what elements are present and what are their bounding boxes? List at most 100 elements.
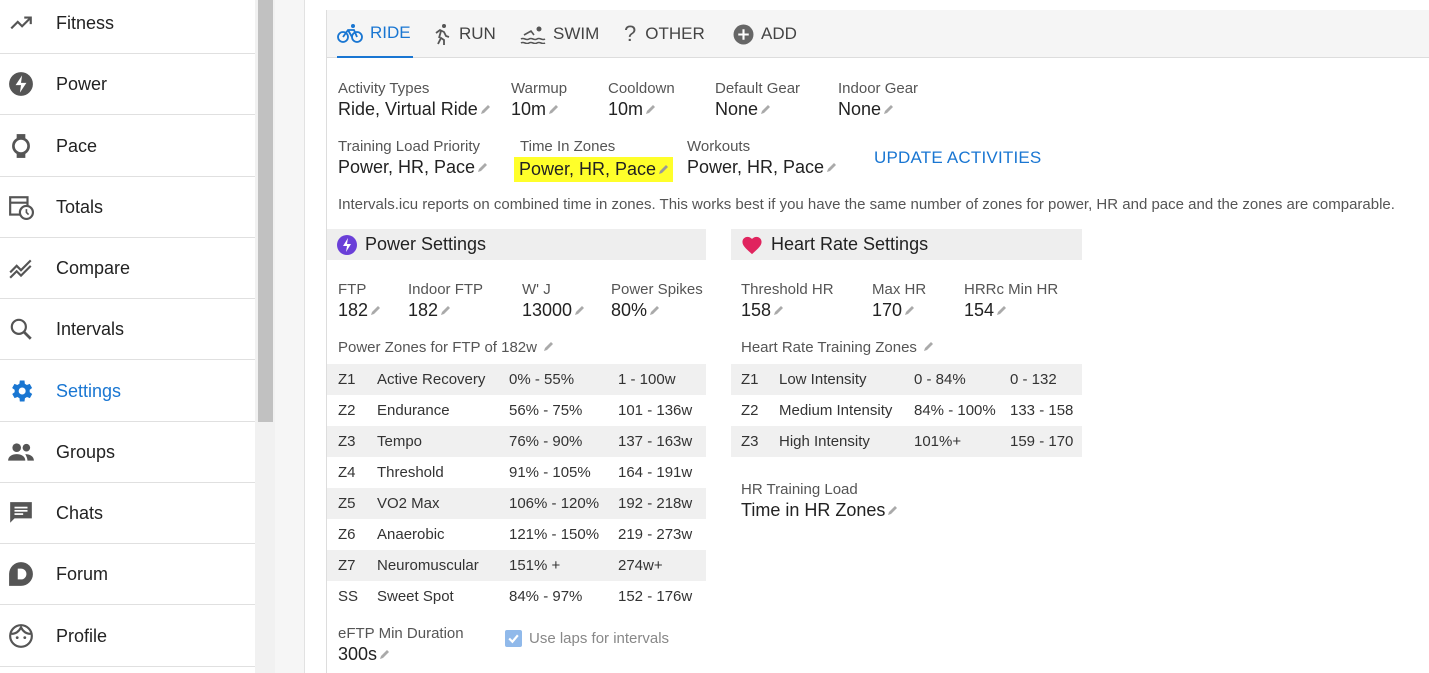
gear-icon <box>7 377 35 405</box>
hrrc-min-hr-field[interactable]: HRRc Min HR 154 <box>964 281 1058 321</box>
edit-pencil-icon[interactable] <box>826 157 838 178</box>
tab-run[interactable]: RUN <box>432 10 496 58</box>
zone-name: Sweet Spot <box>377 588 454 605</box>
update-activities-button[interactable]: UPDATE ACTIVITIES <box>874 148 1041 168</box>
zone-name: Anaerobic <box>377 526 445 543</box>
workouts-field[interactable]: Workouts Power, HR, Pace <box>687 138 838 178</box>
question-icon: ? <box>624 21 637 46</box>
max-hr-field[interactable]: Max HR 170 <box>872 281 926 321</box>
edit-pencil-icon[interactable] <box>440 300 452 321</box>
power-zones-title[interactable]: Power Zones for FTP of 182w <box>338 339 555 356</box>
field-label: Activity Types <box>338 80 430 97</box>
eftp-min-duration-field[interactable]: eFTP Min Duration 300s <box>338 625 464 665</box>
cooldown-field[interactable]: Cooldown 10m <box>608 80 675 120</box>
field-label: W' J <box>522 281 551 298</box>
edit-pencil-icon[interactable] <box>480 99 492 120</box>
edit-pencil-icon[interactable] <box>887 500 899 521</box>
sidebar-scrollbar-thumb[interactable] <box>258 0 273 422</box>
zone-name: Neuromuscular <box>377 557 479 574</box>
sidebar-item-label: Groups <box>56 441 116 462</box>
zone-id: Z2 <box>741 402 759 419</box>
edit-pencil-icon[interactable] <box>773 300 785 321</box>
sidebar-item-power[interactable]: Power <box>0 54 255 115</box>
zone-id: Z4 <box>338 464 356 481</box>
edit-pencil-icon[interactable] <box>543 339 555 356</box>
tab-other[interactable]: ? OTHER <box>624 10 705 58</box>
sport-tabs: RIDE RUN SWIM ? OTHER ADD <box>327 10 1429 58</box>
zone-percent: 76% - 90% <box>509 433 583 450</box>
edit-pencil-icon[interactable] <box>996 300 1008 321</box>
field-value: Time in HR Zones <box>741 500 886 520</box>
tab-label: ADD <box>761 24 797 43</box>
edit-pencil-icon[interactable] <box>477 157 489 178</box>
sidebar-item-intervals[interactable]: Intervals <box>0 299 255 360</box>
warmup-field[interactable]: Warmup 10m <box>511 80 567 120</box>
zone-percent: 84% - 97% <box>509 588 583 605</box>
field-value: 10m <box>511 99 547 119</box>
zone-range: 164 - 191w <box>618 464 693 481</box>
training-load-priority-field[interactable]: Training Load Priority Power, HR, Pace <box>338 138 489 178</box>
tab-add[interactable]: ADD <box>733 10 797 58</box>
field-value: 154 <box>964 300 995 320</box>
face-icon <box>7 622 35 650</box>
sidebar-item-settings[interactable]: Settings <box>0 361 255 422</box>
field-value: 80% <box>611 300 648 320</box>
edit-pencil-icon[interactable] <box>370 300 382 321</box>
edit-pencil-icon[interactable] <box>379 644 391 665</box>
zone-percent: 84% - 100% <box>914 402 996 419</box>
activity-types-field[interactable]: Activity Types Ride, Virtual Ride <box>338 80 492 120</box>
sidebar-item-compare[interactable]: Compare <box>0 238 255 299</box>
power-spikes-field[interactable]: Power Spikes 80% <box>611 281 703 321</box>
field-value: Ride, Virtual Ride <box>338 99 478 119</box>
hr-zones-title[interactable]: Heart Rate Training Zones <box>741 339 935 356</box>
field-label: Threshold HR <box>741 281 834 298</box>
field-value: 13000 <box>522 300 573 320</box>
sidebar-item-chats[interactable]: Chats <box>0 483 255 544</box>
calendar-clock-icon <box>7 193 35 221</box>
edit-pencil-icon[interactable] <box>574 300 586 321</box>
section-title: Power Settings <box>365 234 487 254</box>
use-laps-checkbox[interactable]: Use laps for intervals <box>505 630 669 647</box>
edit-pencil-icon[interactable] <box>760 99 772 120</box>
edit-pencil-icon[interactable] <box>645 99 657 120</box>
edit-pencil-icon[interactable] <box>658 159 670 180</box>
sidebar-item-fitness[interactable]: Fitness <box>0 0 255 54</box>
field-value: 182 <box>338 300 369 320</box>
sidebar-item-pace[interactable]: Pace <box>0 116 255 177</box>
edit-pencil-icon[interactable] <box>883 99 895 120</box>
tab-ride[interactable]: RIDE <box>337 10 413 58</box>
sidebar: Fitness Power Pace Totals Compare Interv… <box>0 0 255 673</box>
checkmark-icon[interactable] <box>505 630 522 647</box>
edit-pencil-icon[interactable] <box>649 300 661 321</box>
zone-range: 192 - 218w <box>618 495 693 512</box>
indoor-gear-field[interactable]: Indoor Gear None <box>838 80 918 120</box>
ftp-field[interactable]: FTP 182 <box>338 281 382 321</box>
edit-pencil-icon[interactable] <box>923 339 935 356</box>
indoor-ftp-field[interactable]: Indoor FTP 182 <box>408 281 483 321</box>
hr-zones-table: Z1 Low Intensity 0 - 84% 0 - 132 Z2 Medium I… <box>731 364 1082 457</box>
sidebar-item-groups[interactable]: Groups <box>0 422 255 483</box>
zone-id: Z5 <box>338 495 356 512</box>
zones-title-text: Power Zones for FTP of 182w <box>338 339 537 356</box>
zone-name: Threshold <box>377 464 444 481</box>
field-label: Training Load Priority <box>338 138 481 155</box>
tab-swim[interactable]: SWIM <box>520 10 599 58</box>
threshold-hr-field[interactable]: Threshold HR 158 <box>741 281 834 321</box>
edit-pencil-icon[interactable] <box>904 300 916 321</box>
edit-pencil-icon[interactable] <box>548 99 560 120</box>
bolt-icon <box>7 70 35 98</box>
sidebar-item-label: Compare <box>56 257 131 278</box>
field-value: None <box>838 99 882 119</box>
zone-range: 1 - 100w <box>618 371 676 388</box>
zone-range: 274w+ <box>618 557 663 574</box>
sidebar-item-label: Settings <box>56 380 122 401</box>
sidebar-item-totals[interactable]: Totals <box>0 177 255 238</box>
zone-percent: 121% - 150% <box>509 526 600 543</box>
sidebar-item-profile[interactable]: Profile <box>0 606 255 667</box>
default-gear-field[interactable]: Default Gear None <box>715 80 800 120</box>
hr-training-load-field[interactable]: HR Training Load Time in HR Zones <box>741 481 899 521</box>
sidebar-item-forum[interactable]: Forum <box>0 544 255 605</box>
w-prime-field[interactable]: W' J 13000 <box>522 281 586 321</box>
time-in-zones-field[interactable]: Time In Zones Power, HR, Pace <box>514 138 674 182</box>
table-row: Z2 Endurance 56% - 75% 101 - 136w <box>327 395 706 426</box>
